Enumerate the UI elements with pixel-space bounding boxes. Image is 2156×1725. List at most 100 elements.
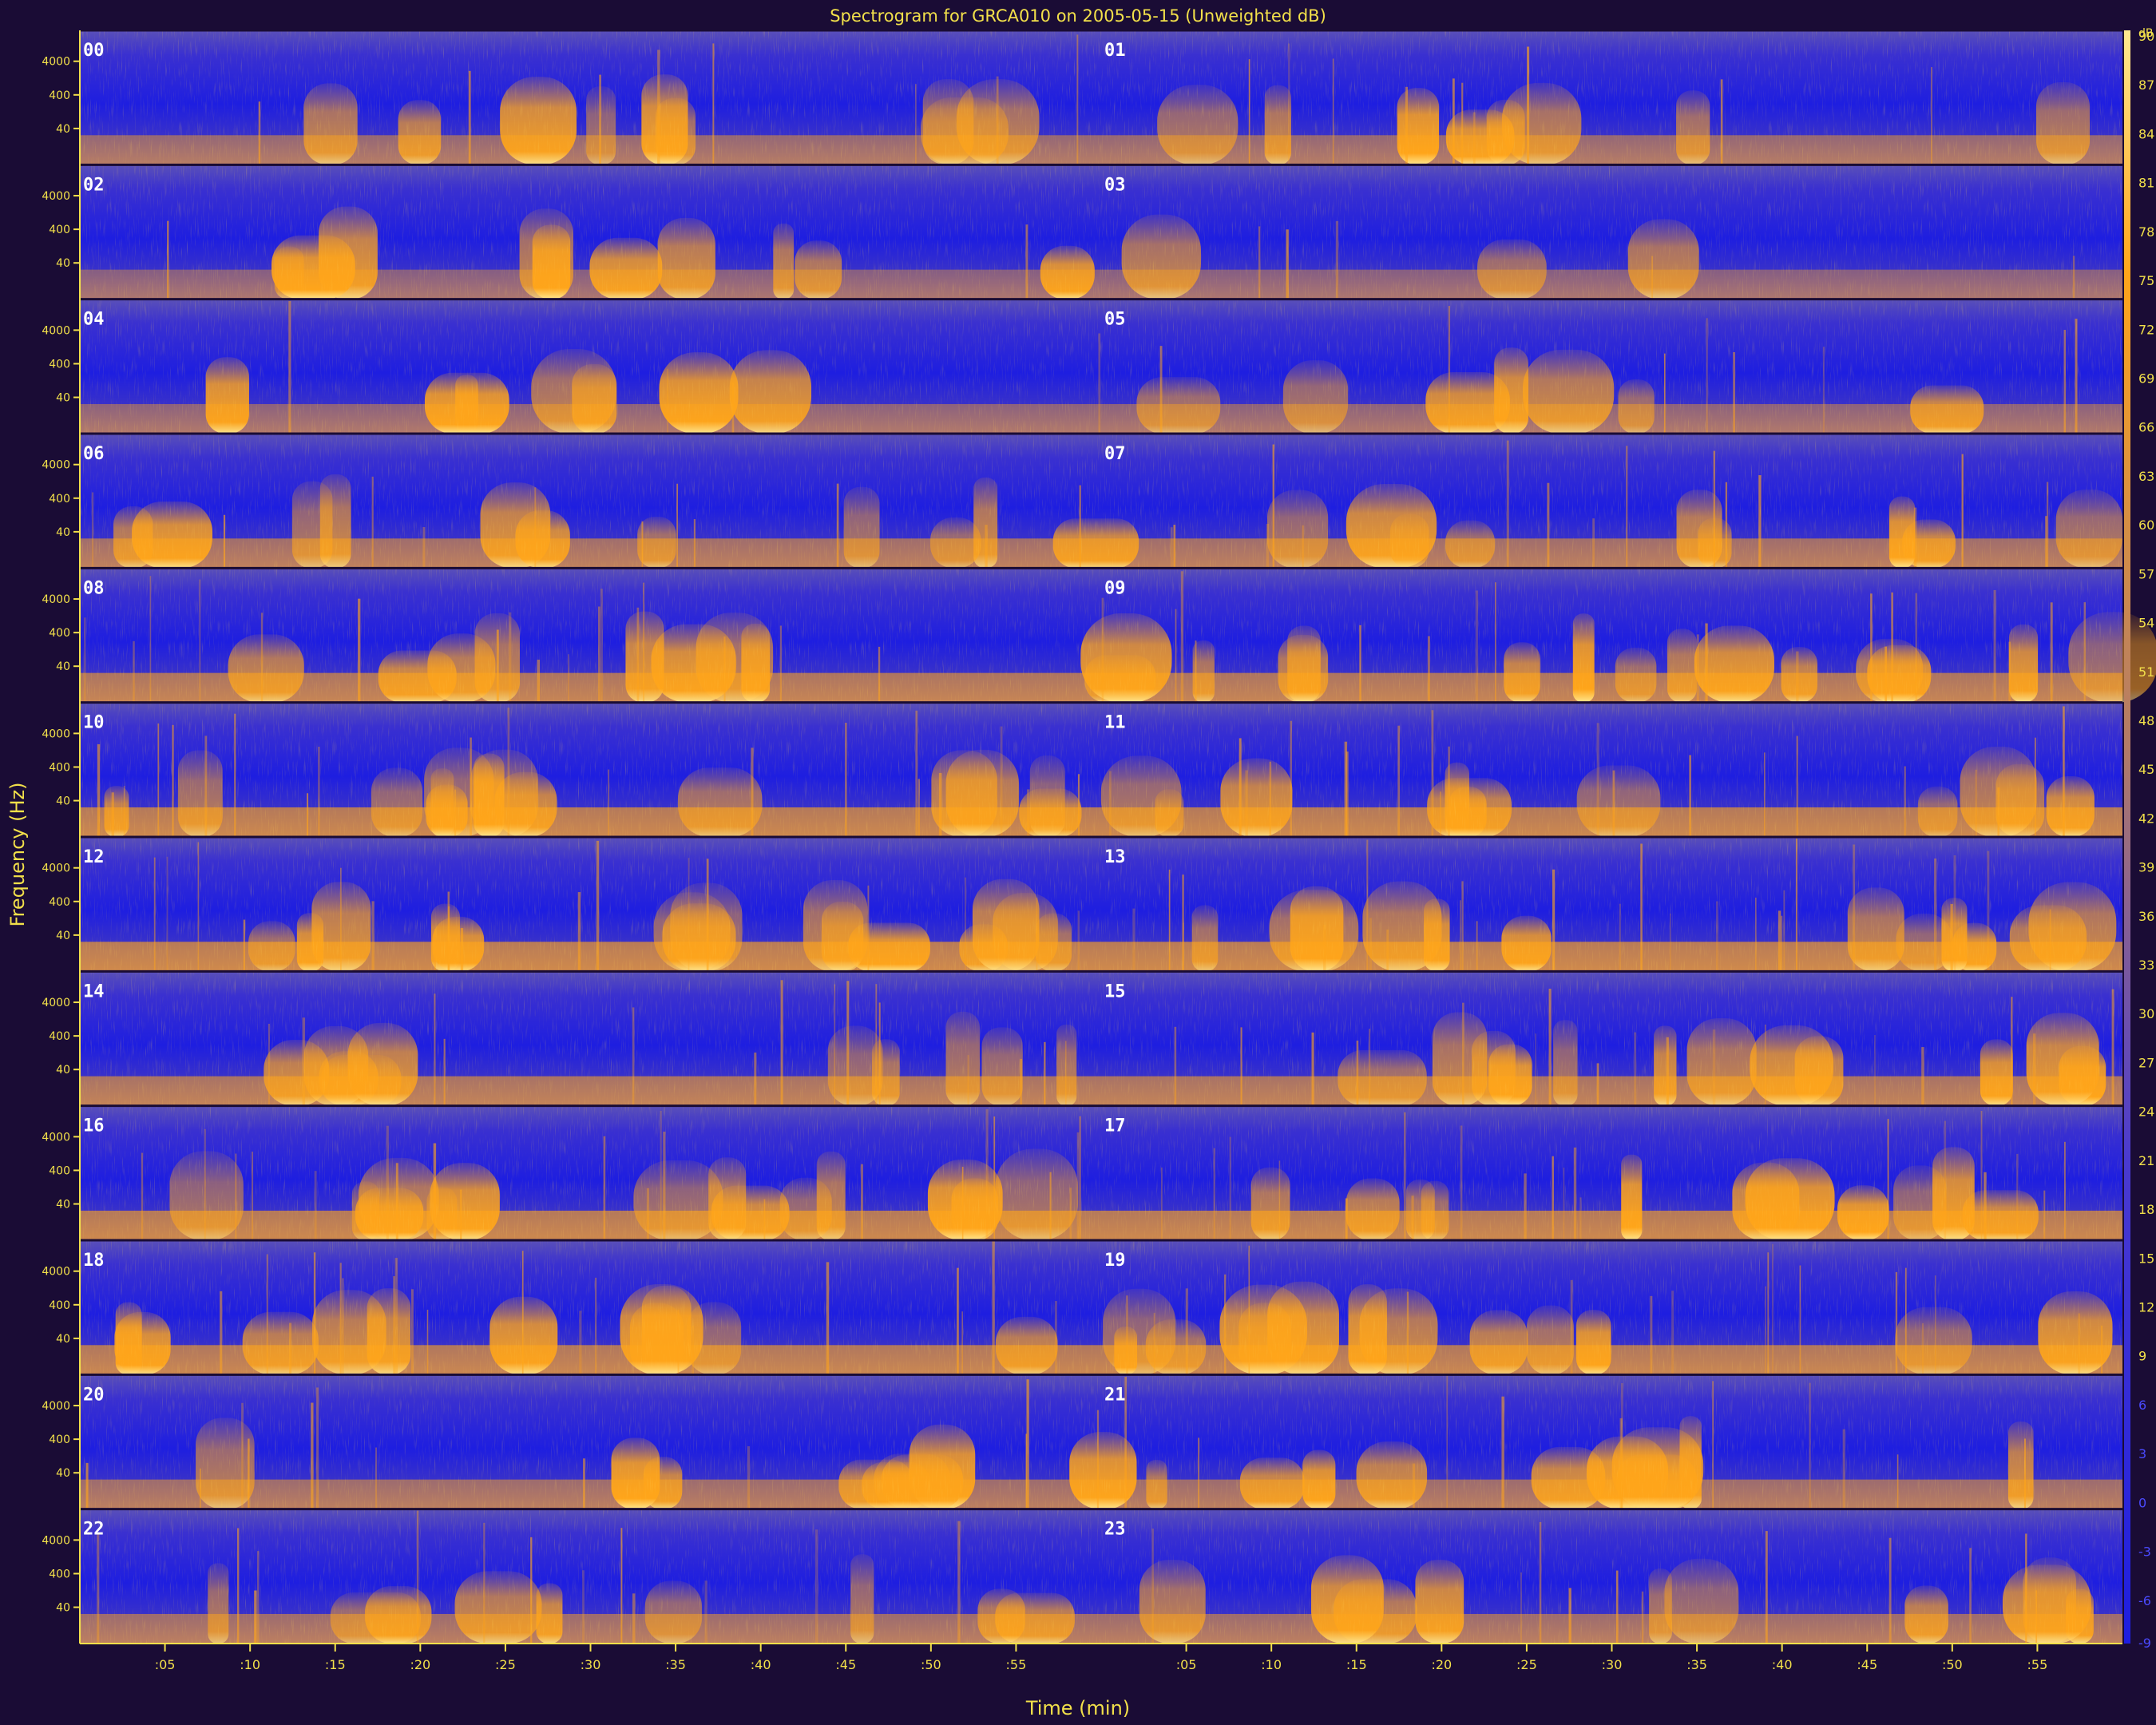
- noise-texture: [80, 1105, 2122, 1240]
- y-tick-label: 40: [56, 1199, 70, 1211]
- colorbar-tick-label: 51: [2138, 664, 2154, 680]
- x-tick-label: :30: [1602, 1657, 1623, 1672]
- x-tick-label: :20: [1431, 1657, 1452, 1672]
- colorbar-tick-label: 87: [2138, 77, 2154, 93]
- x-tick-label: :35: [1686, 1657, 1707, 1672]
- colorbar-tick-label: 78: [2138, 224, 2154, 240]
- y-tick-label: 400: [49, 358, 70, 371]
- spectrogram-row: [80, 1104, 2122, 1240]
- y-tick-label: 400: [49, 896, 70, 909]
- y-tick-label: 4000: [42, 728, 70, 740]
- colorbar-tick-label: -3: [2138, 1545, 2151, 1560]
- y-tick-label: 4000: [42, 593, 70, 606]
- colorbar-tick-label: -6: [2138, 1593, 2151, 1608]
- spectrogram-row: [80, 835, 2122, 972]
- spectrogram-chart: 00 0140004004002 0340004004004 054000400400…: [42, 27, 2156, 1672]
- x-tick-label: :40: [1772, 1657, 1793, 1672]
- y-tick-label: 400: [49, 224, 70, 236]
- hour-label: 20: [83, 1385, 105, 1405]
- spectrogram-row: [80, 970, 2122, 1106]
- noise-texture: [80, 434, 2122, 569]
- x-tick-label: :35: [665, 1657, 686, 1672]
- hour-label: 09: [1104, 578, 1126, 598]
- y-tick-label: 400: [49, 761, 70, 774]
- y-tick-label: 40: [56, 660, 70, 673]
- spectrogram-row: [80, 29, 2122, 165]
- hour-label: 04: [83, 310, 105, 330]
- y-tick-label: 40: [56, 123, 70, 136]
- hour-label: 14: [83, 981, 105, 1001]
- noise-texture: [80, 837, 2122, 972]
- hour-label: 02: [83, 175, 105, 195]
- y-tick-label: 4000: [42, 1400, 70, 1413]
- spectrogram-row: [80, 1373, 2122, 1509]
- colorbar-tick-label: 69: [2138, 371, 2154, 386]
- hour-label: 18: [83, 1251, 105, 1271]
- y-tick-label: 400: [49, 627, 70, 640]
- y-tick-label: 4000: [42, 862, 70, 875]
- colorbar-tick-label: 39: [2138, 860, 2154, 875]
- colorbar-tick-label: 12: [2138, 1300, 2154, 1315]
- colorbar-tick-label: 9: [2138, 1349, 2146, 1364]
- colorbar-tick-label: 42: [2138, 811, 2154, 826]
- x-tick-label: :55: [2027, 1657, 2048, 1672]
- y-axis-label: Frequency (Hz): [6, 782, 29, 927]
- x-tick-label: :50: [1942, 1657, 1963, 1672]
- hour-label: 16: [83, 1116, 105, 1136]
- colorbar-tick-label: 54: [2138, 616, 2154, 631]
- x-tick-label: :55: [1006, 1657, 1027, 1672]
- colorbar-tick-label: 27: [2138, 1055, 2154, 1070]
- x-tick-label: :15: [325, 1657, 346, 1672]
- y-tick-label: 400: [49, 1299, 70, 1312]
- spectrogram-row: [80, 298, 2122, 434]
- colorbar-tick-label: 6: [2138, 1398, 2146, 1413]
- colorbar-tick-label: 75: [2138, 273, 2154, 288]
- y-tick-label: 4000: [42, 190, 70, 203]
- noise-texture: [80, 1240, 2122, 1375]
- hour-label: 00: [83, 41, 105, 61]
- colorbar-tick-label: 57: [2138, 566, 2154, 581]
- x-tick-label: :10: [1261, 1657, 1282, 1672]
- colorbar-tick-label: 63: [2138, 469, 2154, 484]
- x-tick-label: :20: [410, 1657, 430, 1672]
- noise-texture: [80, 299, 2122, 434]
- x-tick-label: :50: [921, 1657, 941, 1672]
- noise-texture: [80, 30, 2122, 165]
- hour-label: 11: [1104, 713, 1126, 733]
- x-tick-label: :10: [240, 1657, 260, 1672]
- spectrogram-row: [80, 1508, 2122, 1644]
- y-tick-label: 40: [56, 1333, 70, 1346]
- x-tick-label: :25: [495, 1657, 516, 1672]
- y-tick-label: 4000: [42, 324, 70, 337]
- hour-label: 03: [1104, 175, 1126, 195]
- y-tick-label: 40: [56, 392, 70, 405]
- colorbar: [2124, 30, 2130, 1644]
- hour-label: 06: [83, 444, 105, 464]
- y-tick-label: 4000: [42, 1534, 70, 1547]
- x-tick-label: :25: [1516, 1657, 1537, 1672]
- hour-label: 21: [1104, 1385, 1126, 1405]
- x-tick-label: :45: [1857, 1657, 1877, 1672]
- y-tick-label: 40: [56, 1467, 70, 1480]
- hour-label: 17: [1104, 1116, 1126, 1136]
- y-tick-label: 400: [49, 1568, 70, 1580]
- spectrogram-row: [80, 701, 2122, 837]
- y-tick-label: 40: [56, 1602, 70, 1615]
- y-tick-label: 40: [56, 930, 70, 942]
- colorbar-tick-label: 15: [2138, 1251, 2154, 1266]
- noise-texture: [80, 971, 2122, 1106]
- colorbar-tick-label: 48: [2138, 713, 2154, 728]
- x-axis-label: Time (min): [1025, 1697, 1131, 1719]
- noise-texture: [80, 702, 2122, 837]
- hour-label: 23: [1104, 1520, 1126, 1540]
- colorbar-tick-label: 90: [2138, 29, 2154, 44]
- y-tick-label: 4000: [42, 459, 70, 472]
- hour-label: 10: [83, 713, 105, 733]
- x-tick-label: :05: [155, 1657, 176, 1672]
- hour-label: 15: [1104, 981, 1126, 1001]
- spectrogram-row: [80, 1239, 2122, 1375]
- hour-label: 05: [1104, 310, 1126, 330]
- y-tick-label: 4000: [42, 997, 70, 1009]
- x-tick-label: :40: [751, 1657, 771, 1672]
- colorbar-tick-label: 72: [2138, 322, 2154, 337]
